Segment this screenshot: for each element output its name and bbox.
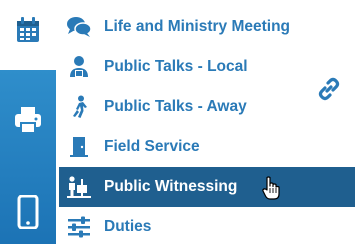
main-menu: Life and Ministry Meeting Public Talks -…	[56, 0, 355, 244]
menu-item-public-talks-away[interactable]: Public Talks - Away	[56, 87, 355, 127]
menu-item-life-and-ministry-meeting[interactable]: Life and Ministry Meeting	[56, 7, 355, 47]
comments-icon	[66, 14, 92, 40]
link-icon[interactable]	[314, 74, 344, 104]
app-window: Life and Ministry Meeting Public Talks -…	[0, 0, 355, 244]
menu-item-label: Life and Ministry Meeting	[104, 18, 291, 35]
calendar-icon[interactable]	[8, 10, 48, 50]
left-rail	[0, 0, 56, 244]
cart-witnessing-icon	[66, 174, 92, 200]
speaker-icon	[66, 54, 92, 80]
walking-person-icon	[66, 94, 92, 120]
menu-item-label: Public Talks - Local	[104, 58, 248, 75]
menu-item-public-witnessing[interactable]: Public Witnessing	[56, 167, 355, 207]
hand-pointer-cursor-icon	[262, 176, 280, 200]
printer-icon[interactable]	[8, 100, 48, 140]
door-icon	[66, 134, 92, 160]
menu-item-label: Public Witnessing	[104, 178, 238, 195]
menu-item-label: Public Talks - Away	[104, 98, 247, 115]
menu-item-label: Duties	[104, 218, 152, 235]
mobile-phone-icon[interactable]	[8, 192, 48, 232]
menu-item-label: Field Service	[104, 138, 200, 155]
menu-item-duties[interactable]: Duties	[56, 207, 355, 244]
menu-item-field-service[interactable]: Field Service	[56, 127, 355, 167]
sliders-icon	[66, 214, 92, 240]
menu-item-public-talks-local[interactable]: Public Talks - Local	[56, 47, 355, 87]
